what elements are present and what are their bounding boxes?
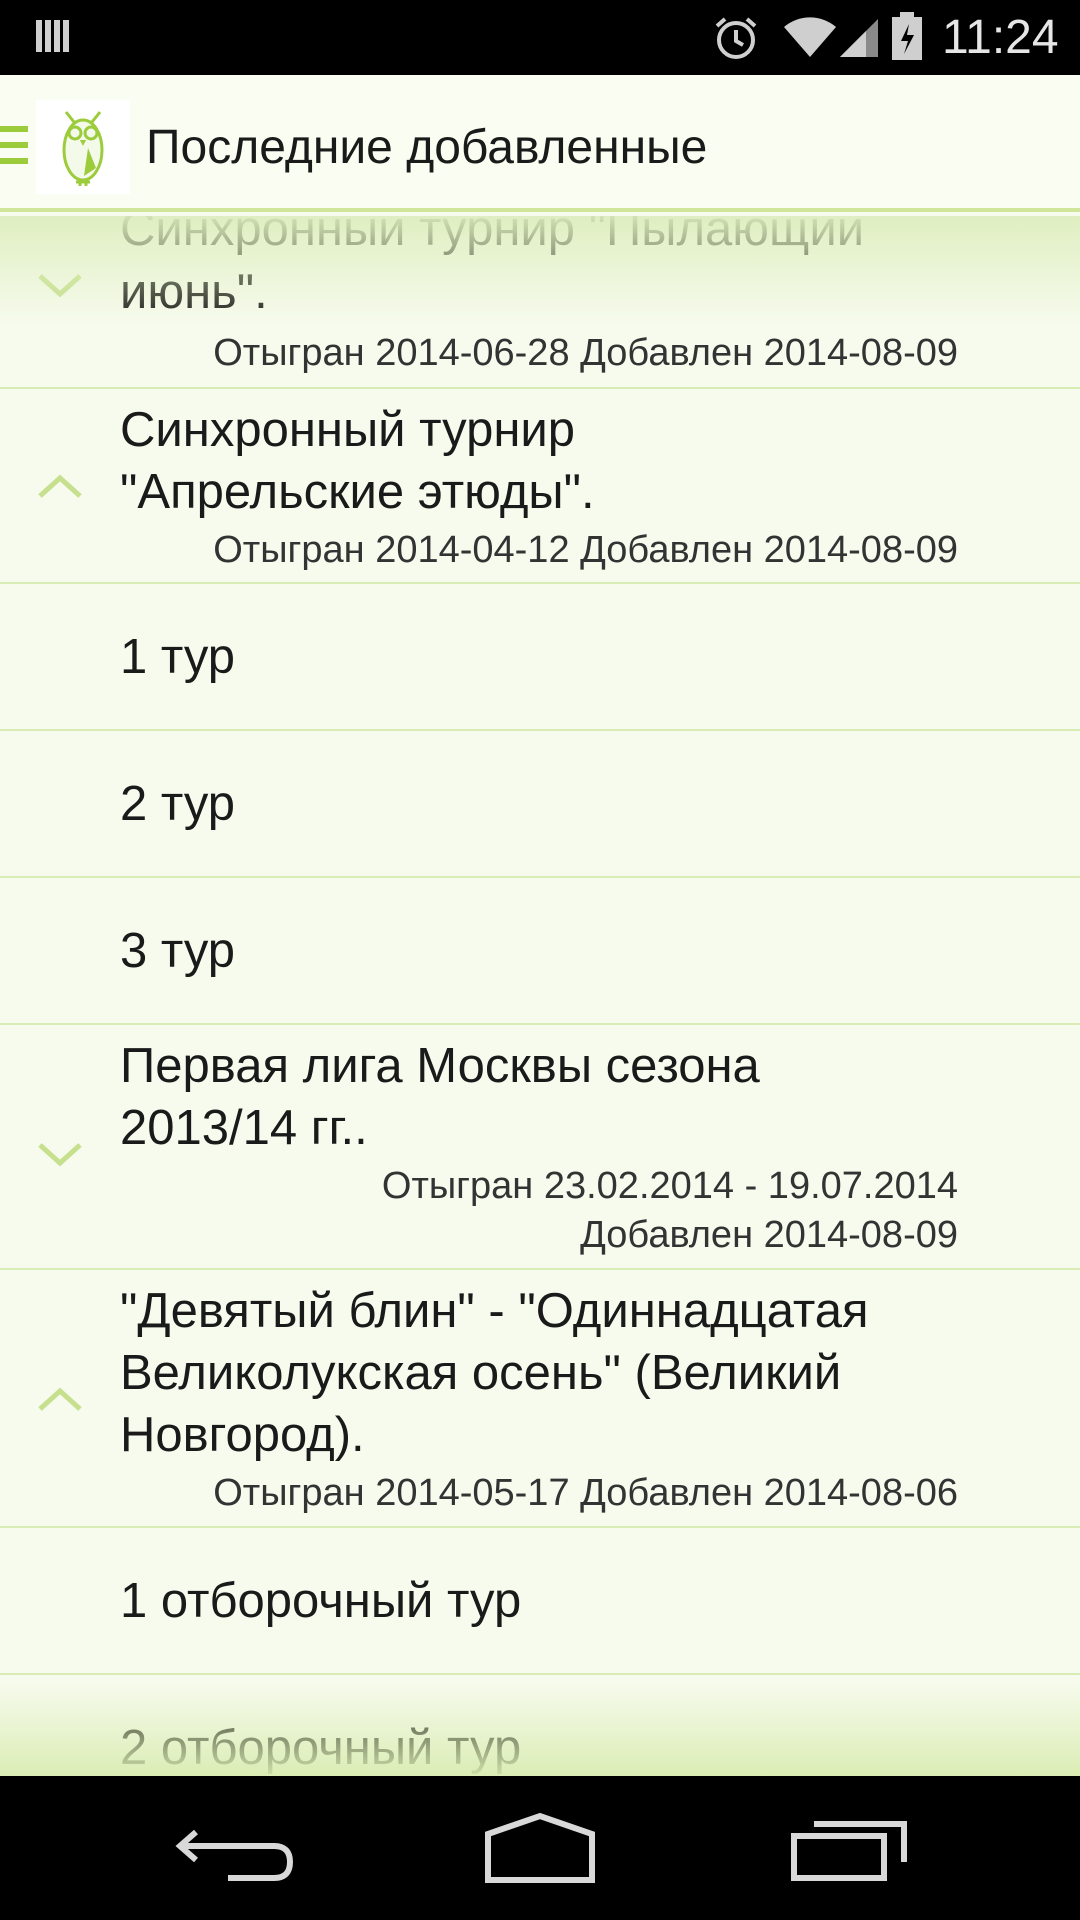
group-title: июнь".	[120, 265, 268, 319]
group-title: 2013/14 гг..	[120, 1101, 368, 1155]
group-row[interactable]: Первая лига Москвы сезона 2013/14 гг.. О…	[0, 1025, 1080, 1270]
round-label: 3 тур	[120, 924, 236, 978]
alarm-icon	[715, 17, 757, 59]
group-title: Новгород).	[120, 1408, 365, 1462]
round-label: 1 отборочный тур	[120, 1574, 522, 1628]
list-item[interactable]: 2 отборочный тур	[0, 1675, 1080, 1776]
battery-icon	[892, 12, 922, 60]
group-title: "Девятый блин" - "Одиннадцатая	[120, 1284, 869, 1338]
list-item[interactable]: 1 тур	[0, 584, 1080, 731]
drawer-menu-icon[interactable]	[0, 126, 30, 170]
group-meta: Отыгран 2014-04-12 Добавлен 2014-08-09	[213, 529, 958, 571]
wifi-icon	[784, 17, 836, 57]
clock: 11:24	[942, 11, 1059, 64]
chevron-down-icon[interactable]	[36, 1139, 84, 1169]
group-row[interactable]: Синхронный турнир "Пылающий июнь". Отыгр…	[0, 216, 1080, 389]
group-title: Синхронный турнир	[120, 403, 576, 457]
group-title: Великолукская осень" (Великий	[120, 1346, 842, 1400]
list-item[interactable]: 3 тур	[0, 878, 1080, 1025]
status-bar: 11:24	[0, 0, 1080, 75]
owl-logo[interactable]	[36, 100, 130, 194]
chevron-down-icon[interactable]	[36, 270, 84, 300]
page-title: Последние добавленные	[146, 121, 708, 174]
owl-icon	[62, 111, 104, 186]
tournament-list[interactable]: Синхронный турнир "Пылающий июнь". Отыгр…	[0, 216, 1080, 1776]
signal-icon	[840, 19, 878, 57]
chevron-up-icon[interactable]	[36, 1385, 84, 1415]
group-meta: Добавлен 2014-08-09	[580, 1214, 958, 1256]
home-icon[interactable]	[470, 1806, 610, 1890]
round-label: 2 тур	[120, 777, 236, 831]
chevron-up-icon[interactable]	[36, 472, 84, 502]
navigation-bar	[0, 1776, 1080, 1920]
group-meta: Отыгран 2014-05-17 Добавлен 2014-08-06	[213, 1472, 958, 1514]
round-label: 2 отборочный тур	[120, 1721, 522, 1775]
group-title: "Апрельские этюды".	[120, 465, 595, 519]
list-item[interactable]: 2 тур	[0, 731, 1080, 878]
back-icon[interactable]	[170, 1806, 310, 1890]
recents-icon[interactable]	[780, 1806, 920, 1890]
group-meta: Отыгран 23.02.2014 - 19.07.2014	[381, 1165, 958, 1207]
round-label: 1 тур	[120, 630, 236, 684]
group-row[interactable]: "Девятый блин" - "Одиннадцатая Великолук…	[0, 1270, 1080, 1528]
group-title: Синхронный турнир "Пылающий	[120, 216, 865, 256]
group-title: Первая лига Москвы сезона	[120, 1039, 760, 1093]
list-item[interactable]: 1 отборочный тур	[0, 1528, 1080, 1675]
group-meta: Отыгран 2014-06-28 Добавлен 2014-08-09	[213, 332, 958, 374]
notification-icon	[36, 20, 69, 52]
group-row[interactable]: Синхронный турнир "Апрельские этюды". От…	[0, 389, 1080, 584]
